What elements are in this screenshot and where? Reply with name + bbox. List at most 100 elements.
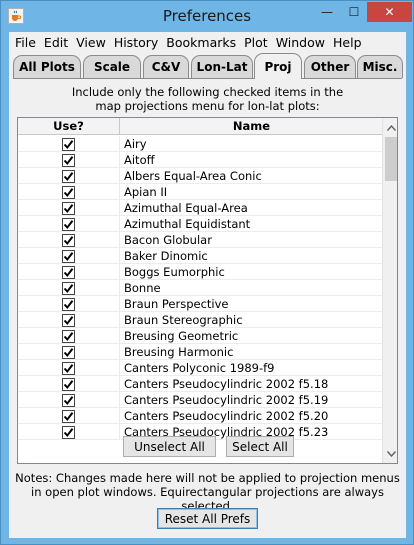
use-checkbox[interactable]: [62, 377, 75, 391]
use-checkbox[interactable]: [62, 409, 75, 423]
close-button[interactable]: ✕: [367, 2, 412, 22]
reset-all-prefs-button[interactable]: Reset All Prefs: [157, 508, 258, 529]
use-checkbox[interactable]: [62, 201, 75, 215]
table-row[interactable]: Canters Pseudocylindric 2002 f5.19: [18, 392, 382, 408]
projection-table: Use? Name Airy Aitoff Albers Equal-Area Co…: [17, 117, 398, 464]
use-checkbox[interactable]: [62, 153, 75, 167]
table-row[interactable]: Albers Equal-Area Conic: [18, 168, 382, 184]
column-header-use[interactable]: Use?: [18, 118, 120, 135]
table-row[interactable]: Azimuthal Equal-Area: [18, 200, 382, 216]
table-header: Use? Name: [18, 118, 382, 135]
use-checkbox[interactable]: [62, 265, 75, 279]
checkmark-icon: [63, 203, 74, 213]
use-checkbox[interactable]: [62, 297, 75, 311]
notes-text: Notes: Changes made here will not be app…: [9, 471, 406, 513]
menu-file[interactable]: File: [11, 35, 40, 50]
use-checkbox[interactable]: [62, 249, 75, 263]
tab-other[interactable]: Other: [304, 55, 356, 78]
table-row[interactable]: Breusing Harmonic: [18, 344, 382, 360]
checkmark-icon: [63, 219, 74, 229]
use-cell: [18, 168, 120, 184]
table-row[interactable]: Aitoff: [18, 152, 382, 168]
tab-scale[interactable]: Scale: [83, 55, 141, 78]
tab-strip: All Plots Scale C&V Lon-Lat Proj Other M…: [9, 53, 406, 79]
checkmark-icon: [63, 155, 74, 165]
projection-name: Azimuthal Equidistant: [124, 217, 251, 231]
table-row[interactable]: Canters Polyconic 1989-f9: [18, 360, 382, 376]
tab-proj[interactable]: Proj: [254, 53, 302, 79]
table-row[interactable]: Canters Pseudocylindric 2002 f5.18: [18, 376, 382, 392]
table-row[interactable]: Canters Pseudocylindric 2002 f5.20: [18, 408, 382, 424]
table-row[interactable]: Boggs Eumorphic: [18, 264, 382, 280]
menu-view[interactable]: View: [72, 35, 110, 50]
use-checkbox[interactable]: [62, 425, 75, 439]
projection-name: Albers Equal-Area Conic: [124, 169, 262, 183]
checkmark-icon: [63, 299, 74, 309]
projection-name: Breusing Geometric: [124, 329, 239, 343]
use-checkbox[interactable]: [62, 393, 75, 407]
use-checkbox[interactable]: [62, 361, 75, 375]
checkmark-icon: [63, 171, 74, 181]
table-row[interactable]: Breusing Geometric: [18, 328, 382, 344]
table-row[interactable]: Apian II: [18, 184, 382, 200]
vertical-scrollbar[interactable]: [382, 118, 397, 463]
projection-name: Airy: [124, 137, 147, 151]
table-row[interactable]: Braun Perspective: [18, 296, 382, 312]
menu-window[interactable]: Window: [272, 35, 329, 50]
table-row[interactable]: Bacon Globular: [18, 232, 382, 248]
table-row[interactable]: Braun Stereographic: [18, 312, 382, 328]
checkmark-icon: [63, 235, 74, 245]
use-checkbox[interactable]: [62, 345, 75, 359]
checkmark-icon: [63, 331, 74, 341]
title-bar[interactable]: Preferences — ☐ ✕: [1, 1, 413, 32]
checkmark-icon: [63, 315, 74, 325]
table-row[interactable]: Baker Dinomic: [18, 248, 382, 264]
use-cell: [18, 280, 120, 296]
menu-plot[interactable]: Plot: [240, 35, 272, 50]
use-checkbox[interactable]: [62, 329, 75, 343]
menu-edit[interactable]: Edit: [40, 35, 72, 50]
tab-all-plots[interactable]: All Plots: [13, 55, 81, 78]
tab-cv[interactable]: C&V: [143, 55, 189, 78]
menu-help[interactable]: Help: [329, 35, 366, 50]
tab-panel-border: [13, 78, 402, 79]
scroll-up-arrow[interactable]: [383, 119, 397, 136]
projection-name: Breusing Harmonic: [124, 345, 234, 359]
use-checkbox[interactable]: [62, 281, 75, 295]
use-cell: [18, 408, 120, 424]
checkmark-icon: [63, 347, 74, 357]
use-cell: [18, 248, 120, 264]
table-row[interactable]: Airy: [18, 136, 382, 152]
use-checkbox[interactable]: [62, 169, 75, 183]
use-cell: [18, 296, 120, 312]
projection-name: Boggs Eumorphic: [124, 265, 225, 279]
use-cell: [18, 328, 120, 344]
tab-lon-lat[interactable]: Lon-Lat: [191, 55, 253, 78]
menu-history[interactable]: History: [110, 35, 162, 50]
maximize-icon: ☐: [348, 5, 360, 19]
use-cell: [18, 136, 120, 152]
table-row[interactable]: Azimuthal Equidistant: [18, 216, 382, 232]
menu-bookmarks[interactable]: Bookmarks: [162, 35, 240, 50]
use-checkbox[interactable]: [62, 185, 75, 199]
projection-name: Braun Perspective: [124, 297, 229, 311]
checkmark-icon: [63, 411, 74, 421]
use-cell: [18, 392, 120, 408]
column-header-name[interactable]: Name: [121, 118, 382, 135]
select-all-button[interactable]: Select All: [226, 436, 294, 457]
table-row[interactable]: Bonne: [18, 280, 382, 296]
scroll-thumb[interactable]: [385, 137, 397, 181]
use-checkbox[interactable]: [62, 313, 75, 327]
minimize-button[interactable]: —: [313, 2, 341, 22]
maximize-button[interactable]: ☐: [341, 2, 367, 22]
scroll-down-arrow[interactable]: [383, 445, 397, 462]
unselect-all-button[interactable]: Unselect All: [123, 436, 216, 457]
use-checkbox[interactable]: [62, 217, 75, 231]
projection-name: Azimuthal Equal-Area: [124, 201, 248, 215]
checkmark-icon: [63, 363, 74, 373]
use-checkbox[interactable]: [62, 137, 75, 151]
use-cell: [18, 232, 120, 248]
use-checkbox[interactable]: [62, 233, 75, 247]
tab-misc[interactable]: Misc.: [357, 55, 403, 78]
table-body: Airy Aitoff Albers Equal-Area Conic Apian I…: [18, 136, 382, 463]
